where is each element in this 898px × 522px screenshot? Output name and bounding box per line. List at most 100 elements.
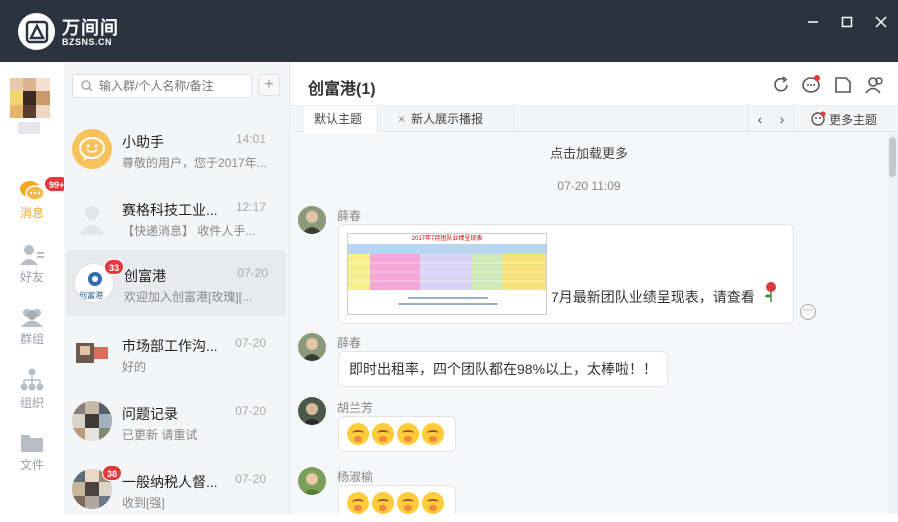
message-timestamp: 07-20 11:09 — [557, 179, 621, 193]
message-bubble[interactable] — [338, 416, 456, 452]
conversation-preview: 好的 — [122, 360, 147, 374]
conversation-list: + 小助手 14:01 尊敬的用户，您于2017年... 赛格科技工业... 1… — [64, 62, 290, 514]
tab-default-topic[interactable]: 默认主题 — [304, 106, 378, 133]
search-box[interactable] — [72, 74, 252, 98]
more-topics-button[interactable]: 更多主题 — [810, 106, 877, 132]
pray-emoji-icon — [422, 492, 444, 514]
group-avatar-text: 创富港 — [79, 291, 103, 300]
conversation-name: 市场部工作沟... — [122, 338, 218, 354]
sender-avatar[interactable] — [298, 206, 326, 234]
sender-avatar[interactable] — [298, 397, 326, 425]
close-icon — [875, 16, 887, 28]
close-button[interactable] — [871, 12, 891, 32]
members-icon — [865, 77, 883, 94]
conversation-preview: 【快递消息】 收件人手... — [122, 224, 256, 238]
unread-badge: 33 — [104, 259, 125, 275]
title-bar: 万间间 BZSNS.CN — [0, 0, 898, 62]
pray-emoji-icon — [372, 423, 394, 445]
pray-emoji-icon — [347, 423, 369, 445]
conversation-name: 创富港 — [124, 268, 166, 284]
message-bubble[interactable]: 即时出租率，四个团队都在98%以上，太棒啦！！ — [338, 351, 669, 387]
document-icon — [835, 77, 851, 93]
more-options-icon[interactable]: ⋯ — [800, 304, 816, 320]
friend-icon — [20, 245, 44, 265]
group-icon — [21, 309, 43, 327]
pray-emoji-icon — [347, 492, 369, 514]
conversation-time: 14:01 — [235, 132, 266, 146]
chat-header: 创富港(1) — [290, 62, 898, 106]
message-bubble[interactable]: 2017年7月团队业绩呈现表 7月最新团队业绩呈现表，请查看 — [338, 224, 794, 324]
sender-name: 胡兰芳 — [337, 401, 374, 415]
nav-friends[interactable]: 好友 — [0, 244, 64, 300]
group-photo-icon — [76, 343, 108, 363]
conversation-name: 问题记录 — [122, 406, 178, 422]
avatar-photo — [298, 333, 326, 361]
nav-organization[interactable]: 组织 — [0, 368, 64, 424]
conversation-name: 赛格科技工业... — [122, 202, 218, 218]
conversation-time: 07-20 — [235, 472, 266, 486]
conversation-preview: 已更新 请重试 — [122, 428, 198, 442]
refresh-icon — [774, 76, 788, 92]
load-more-link[interactable]: 点击加载更多 — [290, 143, 888, 162]
conversation-item[interactable]: 市场部工作沟... 07-20 好的 — [64, 320, 284, 386]
chevron-left-icon[interactable]: ‹ — [758, 111, 763, 127]
conversation-name: 小助手 — [122, 134, 164, 150]
refresh-button[interactable] — [770, 74, 792, 96]
search-icon — [81, 80, 93, 92]
avatar-photo — [298, 397, 326, 425]
message-scrollbar[interactable] — [888, 133, 898, 514]
org-chart-icon — [20, 368, 44, 391]
folder-icon — [21, 435, 43, 452]
nav-groups[interactable]: 群组 — [0, 306, 64, 362]
sender-avatar[interactable] — [298, 467, 326, 495]
user-avatar[interactable] — [10, 78, 50, 134]
maximize-icon — [841, 16, 853, 28]
add-button[interactable]: + — [258, 74, 280, 96]
sender-avatar[interactable] — [298, 333, 326, 361]
topic-icon — [811, 111, 826, 126]
minimize-icon — [808, 21, 818, 23]
members-button[interactable] — [864, 74, 886, 96]
minimize-button[interactable] — [803, 12, 823, 32]
maximize-button[interactable] — [837, 12, 857, 32]
sender-name: 薛春 — [337, 209, 362, 223]
conversation-item[interactable]: 问题记录 07-20 已更新 请重试 — [64, 388, 284, 454]
conversation-item[interactable]: 38 一般纳税人督... 07-20 收到[强] — [64, 456, 284, 522]
chat-dots-icon — [802, 75, 820, 93]
sender-name: 薛春 — [337, 336, 362, 350]
nav-friends-label: 好友 — [19, 270, 44, 284]
left-navigation: 消息 99+ 好友 群组 组织 文件 — [0, 62, 70, 514]
app-site: BZSNS.CN — [62, 37, 113, 47]
conversation-preview: 尊敬的用户，您于2017年... — [122, 156, 267, 170]
group-chat-button[interactable] — [800, 74, 822, 96]
conversation-name: 一般纳税人督... — [122, 474, 218, 490]
avatar-photo — [298, 467, 326, 495]
search-input[interactable] — [99, 79, 239, 93]
chat-panel: 创富港(1) 默认主题 × 新人展示播报 ‹ › 更多主题 点击加载更多 07-2… — [290, 62, 898, 514]
chat-bubble-icon — [20, 181, 45, 201]
message-bubble[interactable] — [338, 485, 456, 514]
conversation-time: 07-20 — [237, 266, 268, 280]
tab-close-icon[interactable]: × — [398, 112, 405, 126]
sender-name: 杨淑榆 — [337, 470, 374, 484]
files-button[interactable] — [832, 74, 854, 96]
tab-scroll-controls: ‹ › — [748, 106, 794, 132]
scrollbar-thumb[interactable] — [889, 137, 896, 177]
avatar-photo — [298, 206, 326, 234]
performance-table-image[interactable]: 2017年7月团队业绩呈现表 — [347, 233, 547, 315]
nav-files[interactable]: 文件 — [0, 432, 64, 488]
pray-emoji-icon — [372, 492, 394, 514]
tab-new-member-broadcast[interactable]: × 新人展示播报 — [388, 106, 514, 132]
tab-label: 新人展示播报 — [411, 112, 484, 126]
conversation-item[interactable]: 小助手 14:01 尊敬的用户，您于2017年... — [64, 116, 284, 182]
rose-emoji-icon — [765, 282, 776, 302]
topic-tabs: 默认主题 × 新人展示播报 ‹ › 更多主题 — [290, 106, 898, 133]
chevron-right-icon[interactable]: › — [780, 111, 785, 127]
conversation-item[interactable]: 赛格科技工业... 12:17 【快递消息】 收件人手... — [64, 184, 284, 250]
nav-groups-label: 群组 — [19, 332, 44, 346]
nav-messages[interactable]: 消息 99+ — [0, 176, 70, 236]
conversation-preview: 欢迎加入创富港[玫瑰][... — [124, 290, 253, 304]
assistant-avatar — [72, 129, 112, 169]
conversation-item-active[interactable]: 创富港 33 创富港 07-20 欢迎加入创富港[玫瑰][... — [66, 250, 286, 316]
pray-emoji-icon — [397, 492, 419, 514]
